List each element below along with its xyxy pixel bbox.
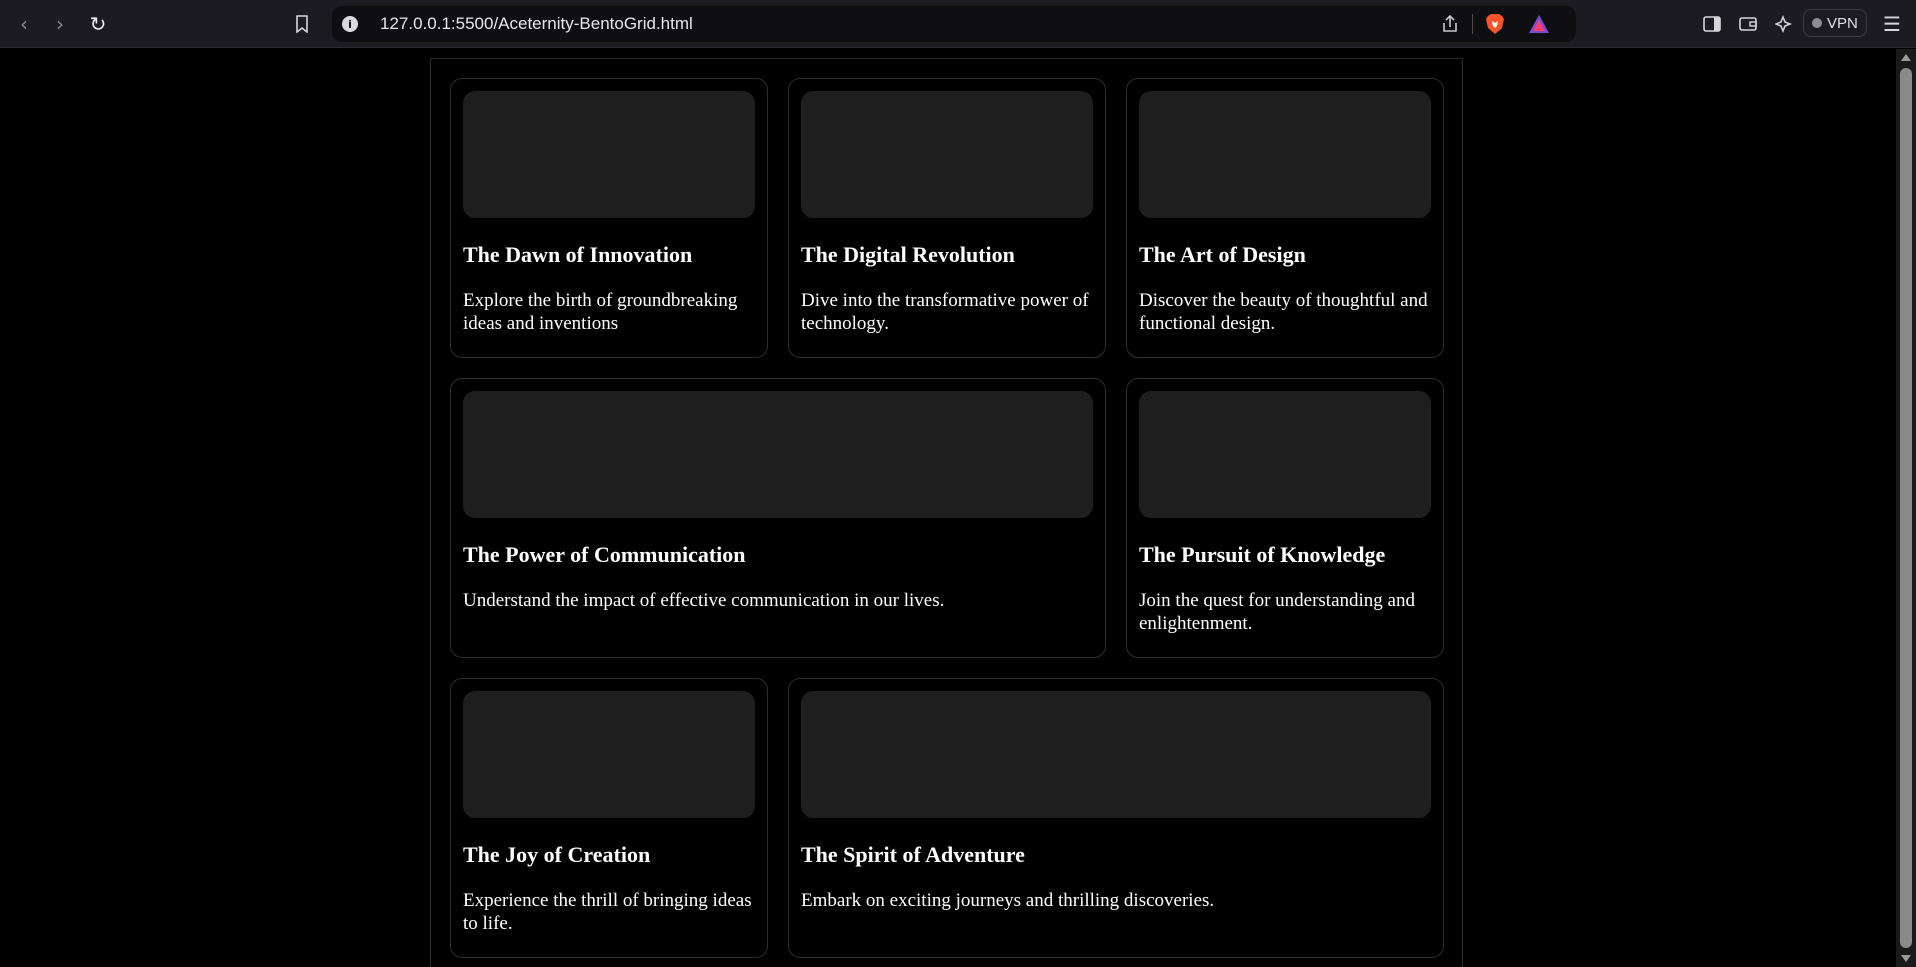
scroll-down-icon[interactable] — [1901, 955, 1911, 962]
bento-card-wide[interactable]: The Spirit of Adventure Embark on exciti… — [788, 678, 1444, 958]
bento-card[interactable]: The Dawn of Innovation Explore the birth… — [450, 78, 768, 358]
vpn-status-icon — [1812, 18, 1822, 28]
card-title: The Digital Revolution — [801, 242, 1015, 267]
card-description: Dive into the transformative power of te… — [801, 290, 1089, 335]
sidebar-icon[interactable] — [1698, 10, 1726, 38]
browser-toolbar: ‹ › ↻ i 127.0.0.1:5500/Aceternity-BentoG… — [0, 0, 1916, 48]
card-description: Embark on exciting journeys and thrillin… — [801, 890, 1215, 912]
leo-ai-icon[interactable] — [1770, 10, 1798, 38]
card-header-placeholder — [1139, 91, 1431, 218]
card-header-placeholder — [801, 691, 1431, 818]
divider — [1472, 14, 1473, 34]
url-text[interactable]: 127.0.0.1:5500/Aceternity-BentoGrid.html — [380, 14, 693, 34]
bento-card[interactable]: The Pursuit of Knowledge Join the quest … — [1126, 378, 1444, 658]
card-header-placeholder — [801, 91, 1093, 218]
forward-icon[interactable]: › — [46, 10, 74, 38]
vpn-button[interactable]: VPN — [1803, 9, 1867, 37]
page-viewport: The Dawn of Innovation Explore the birth… — [0, 49, 1896, 967]
card-header-placeholder — [463, 391, 1093, 518]
site-info-icon[interactable]: i — [342, 16, 358, 32]
share-icon[interactable] — [1440, 14, 1460, 34]
vertical-scrollbar[interactable] — [1896, 49, 1916, 967]
card-header-placeholder — [1139, 391, 1431, 518]
bookmark-icon[interactable] — [288, 10, 316, 38]
bento-card-wide[interactable]: The Power of Communication Understand th… — [450, 378, 1106, 658]
bento-grid-container: The Dawn of Innovation Explore the birth… — [430, 58, 1463, 967]
card-title: The Spirit of Adventure — [801, 842, 1025, 867]
bento-card[interactable]: The Art of Design Discover the beauty of… — [1126, 78, 1444, 358]
bento-grid: The Dawn of Innovation Explore the birth… — [450, 78, 1445, 958]
rewards-icon[interactable] — [1528, 13, 1550, 35]
address-bar[interactable]: i 127.0.0.1:5500/Aceternity-BentoGrid.ht… — [332, 6, 1576, 42]
back-icon[interactable]: ‹ — [10, 10, 38, 38]
card-title: The Power of Communication — [463, 542, 746, 567]
scrollbar-thumb[interactable] — [1900, 68, 1912, 948]
card-header-placeholder — [463, 691, 755, 818]
card-title: The Pursuit of Knowledge — [1139, 542, 1386, 567]
brave-shields-icon[interactable] — [1484, 13, 1506, 35]
card-header-placeholder — [463, 91, 755, 218]
card-description: Join the quest for understanding and enl… — [1139, 590, 1415, 635]
card-title: The Joy of Creation — [463, 842, 651, 867]
menu-icon[interactable]: ☰ — [1878, 10, 1906, 38]
card-description: Understand the impact of effective commu… — [463, 590, 945, 612]
card-title: The Art of Design — [1139, 242, 1306, 267]
toolbar-right — [1698, 10, 1798, 38]
bento-card[interactable]: The Digital Revolution Dive into the tra… — [788, 78, 1106, 358]
card-description: Explore the birth of groundbreaking idea… — [463, 290, 738, 335]
wallet-icon[interactable] — [1734, 10, 1762, 38]
scroll-up-icon[interactable] — [1901, 54, 1911, 61]
card-description: Discover the beauty of thoughtful and fu… — [1139, 290, 1428, 335]
card-title: The Dawn of Innovation — [463, 242, 693, 267]
reload-icon[interactable]: ↻ — [84, 10, 112, 38]
card-description: Experience the thrill of bringing ideas … — [463, 890, 752, 935]
bento-card[interactable]: The Joy of Creation Experience the thril… — [450, 678, 768, 958]
vpn-label: VPN — [1827, 14, 1858, 32]
